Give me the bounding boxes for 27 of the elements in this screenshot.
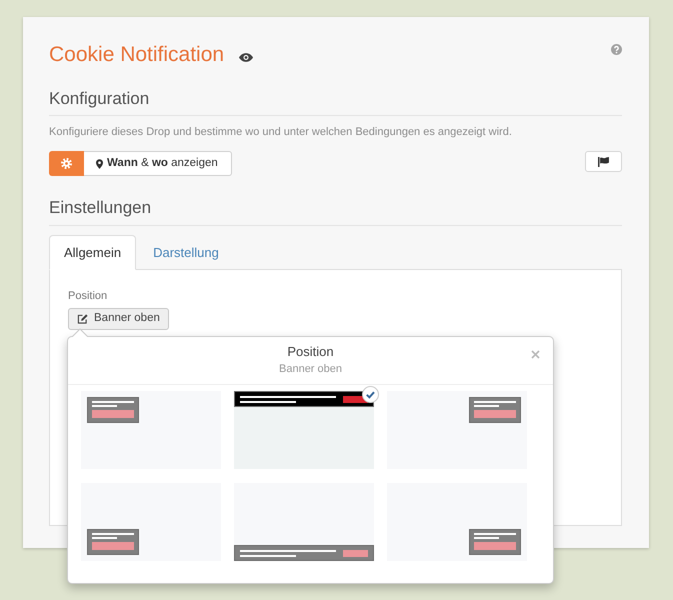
notice-preview-drawing: [87, 529, 139, 555]
notice-preview-drawing: [469, 397, 521, 423]
flag-button[interactable]: [585, 151, 622, 172]
flag-icon: [598, 156, 609, 166]
gear-icon: [61, 158, 72, 169]
description-text: Konfiguriere dieses Drop und bestimme wo und unter welchen Bedingungen es angezeigt wird.: [49, 125, 512, 139]
notice-preview-drawing: [87, 397, 139, 423]
close-button[interactable]: [531, 350, 540, 359]
field-label: Position: [68, 289, 108, 303]
tab[interactable]: Darstellung: [136, 235, 236, 270]
section-heading: Konfiguration: [49, 89, 150, 109]
map-marker-icon: [96, 158, 103, 168]
settings-button[interactable]: [49, 151, 84, 176]
popover-title: Position: [287, 344, 334, 360]
position-option[interactable]: [234, 391, 374, 469]
tab[interactable]: Allgemein: [49, 235, 136, 270]
popover-subtitle: Banner oben: [279, 362, 342, 376]
display-rules-button[interactable]: Wann & wo anzeigen: [84, 151, 232, 176]
notice-preview-drawing: [469, 529, 521, 555]
edit-icon: [77, 314, 88, 324]
page-title: Cookie Notification: [49, 42, 224, 68]
close-icon: [531, 350, 540, 359]
section-heading: Einstellungen: [49, 198, 152, 218]
position-button[interactable]: Banner oben: [68, 308, 169, 330]
help-icon[interactable]: [611, 44, 622, 55]
eye-icon[interactable]: [239, 52, 254, 62]
check-icon: [362, 386, 379, 403]
